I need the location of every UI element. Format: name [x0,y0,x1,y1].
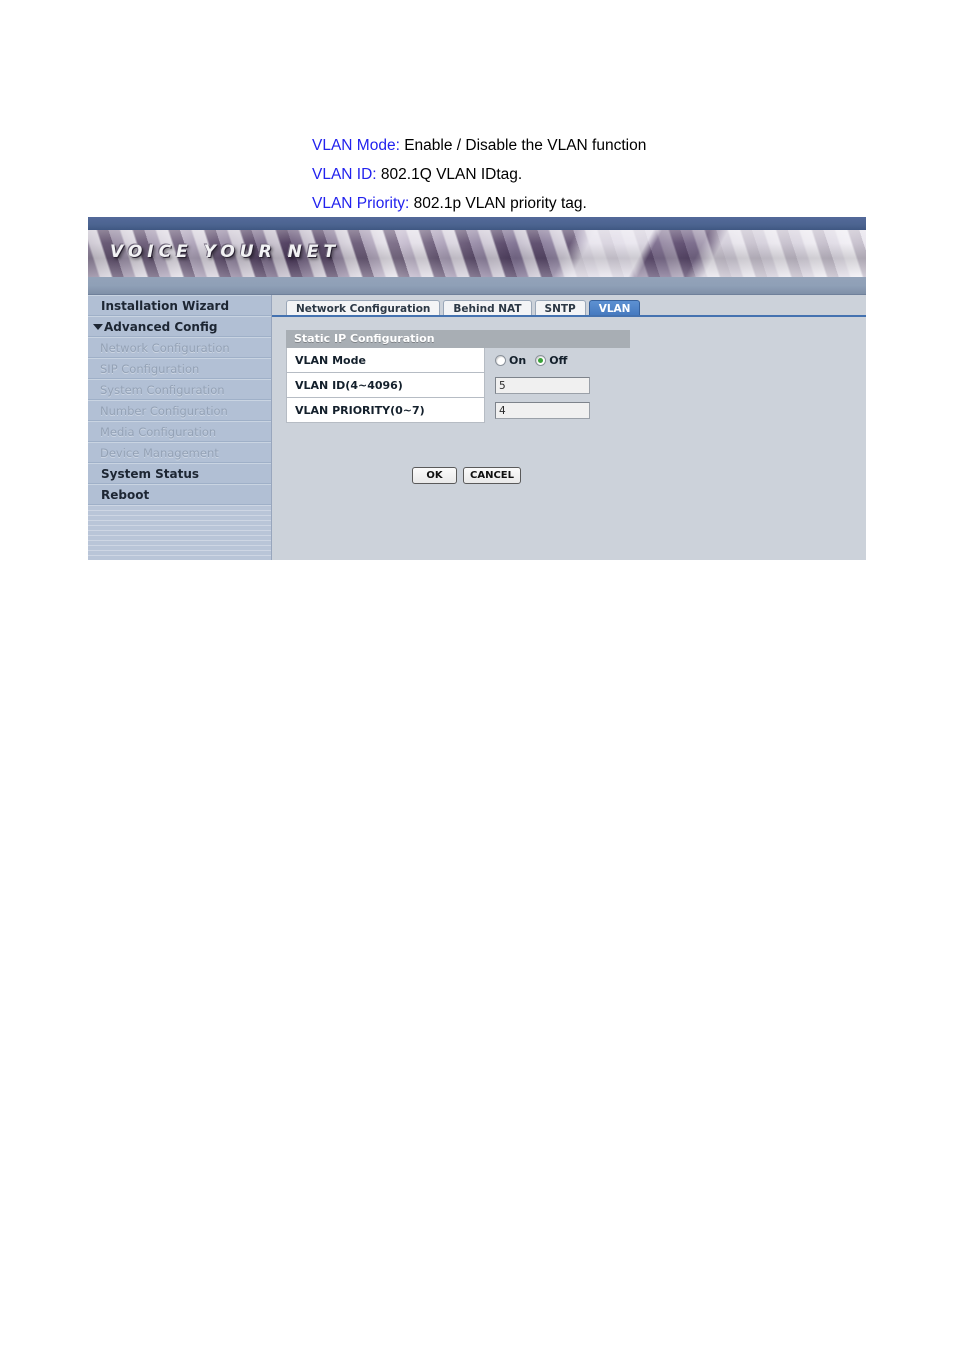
site-banner: VOICE YOUR NET [88,230,866,277]
form-actions: OK CANCEL [412,467,521,484]
radio-label: On [509,354,527,367]
sidebar-item-label: System Status [101,467,200,481]
sidebar-item-installation-wizard[interactable]: Installation Wizard [88,295,271,316]
banner-bottom-strip [88,277,866,295]
tab-label: Behind NAT [453,303,522,315]
radio-icon [535,355,547,366]
router-web-ui-screenshot: VOICE YOUR NET Installation Wizard Advan… [88,217,866,560]
description-detail: 802.1Q VLAN IDtag. [376,166,523,183]
sidebar-item-system-configuration[interactable]: System Configuration [88,379,271,400]
description-term: VLAN Priority: [312,195,410,212]
sidebar-nav: Installation Wizard Advanced Config Netw… [88,295,272,560]
sidebar-item-label: Reboot [101,488,150,502]
sidebar-item-label: Advanced Config [104,320,218,334]
field-value [485,373,630,398]
sidebar-item-label: Media Configuration [100,425,217,439]
field-label: VLAN Mode [286,348,485,373]
field-value: On Off [485,348,630,373]
field-value [485,398,630,423]
sidebar-item-sip-configuration[interactable]: SIP Configuration [88,358,271,379]
static-ip-configuration-panel: Static IP Configuration VLAN Mode On Off [286,330,630,484]
field-label: VLAN ID(4~4096) [286,373,485,398]
sidebar-item-device-management[interactable]: Device Management [88,442,271,463]
sidebar-item-number-configuration[interactable]: Number Configuration [88,400,271,421]
tab-bar: Network Configuration Behind NAT SNTP VL… [272,295,866,317]
main-content: Network Configuration Behind NAT SNTP VL… [272,295,866,560]
sidebar-item-network-configuration[interactable]: Network Configuration [88,337,271,358]
sidebar-item-media-configuration[interactable]: Media Configuration [88,421,271,442]
field-label: VLAN PRIORITY(0~7) [286,398,485,423]
description-detail: 802.1p VLAN priority tag. [409,195,587,212]
panel-title: Static IP Configuration [286,330,630,348]
form-row-vlan-mode: VLAN Mode On Off [286,348,630,373]
tab-underline [272,315,866,317]
tab-label: VLAN [598,303,631,315]
cancel-button[interactable]: CANCEL [463,467,521,484]
banner-top-strip [88,217,866,230]
sidebar-item-label: Network Configuration [100,341,230,355]
sidebar-item-label: Device Management [100,446,219,460]
sidebar-item-label: Installation Wizard [101,299,230,313]
page-body: Installation Wizard Advanced Config Netw… [88,295,866,560]
ok-button[interactable]: OK [412,467,457,484]
form-row-vlan-priority: VLAN PRIORITY(0~7) [286,398,630,423]
radio-label: Off [549,354,568,367]
form-row-vlan-id: VLAN ID(4~4096) [286,373,630,398]
sidebar-item-label: System Configuration [100,383,225,397]
description-line: VLAN Priority: 802.1p VLAN priority tag. [312,189,872,218]
radio-option-off[interactable]: Off [535,354,567,367]
radio-icon [495,355,506,366]
description-block: VLAN Mode: Enable / Disable the VLAN fun… [312,131,872,218]
description-line: VLAN Mode: Enable / Disable the VLAN fun… [312,131,872,160]
description-line: VLAN ID: 802.1Q VLAN IDtag. [312,160,872,189]
description-detail: Enable / Disable the VLAN function [399,137,647,154]
sidebar-filler [88,505,271,560]
sidebar-item-label: SIP Configuration [100,362,200,376]
tab-label: SNTP [544,303,576,315]
vlan-id-input[interactable] [495,377,590,394]
vlan-mode-radio-group: On Off [495,354,567,367]
tab-label: Network Configuration [296,303,431,315]
sidebar-item-advanced-config[interactable]: Advanced Config [88,316,271,337]
description-term: VLAN ID: [312,166,377,183]
site-logo-text: VOICE YOUR NET [110,242,341,262]
vlan-priority-input[interactable] [495,402,590,419]
description-term: VLAN Mode: [312,137,400,154]
sidebar-item-system-status[interactable]: System Status [88,463,271,484]
sidebar-item-reboot[interactable]: Reboot [88,484,271,505]
chevron-down-icon [93,323,103,330]
radio-option-on[interactable]: On [495,354,526,367]
sidebar-item-label: Number Configuration [100,404,228,418]
